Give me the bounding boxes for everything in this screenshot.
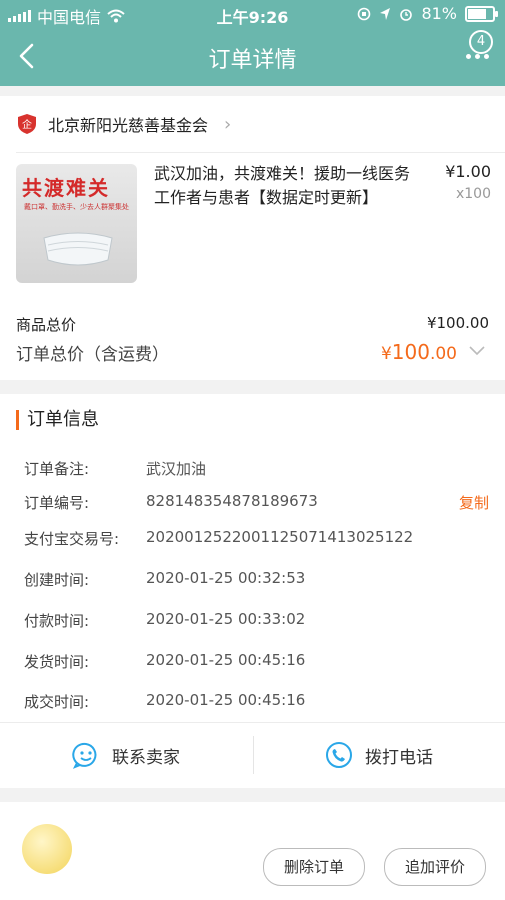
bottom-action-bar: 删除订单 追加评价 [0,802,505,900]
contact-seller-button[interactable]: 联系卖家 [0,722,252,788]
chevron-right-icon: › [224,113,232,135]
order-info-title: 订单信息 [16,410,99,430]
total-label: 订单总价（含运费） [16,345,169,365]
info-value: 武汉加油 [146,460,207,478]
seller-row[interactable]: 企 北京新阳光慈善基金会 › [16,112,231,136]
battery-percent: 81% [421,4,457,23]
subtotal-row: 商品总价 ¥100.00 [16,314,489,335]
copy-button[interactable]: 复制 [459,492,489,513]
info-value: 2020012522001125071413025122 [146,528,414,546]
info-label: 订单编号: [24,494,90,512]
product-name[interactable]: 武汉加油，共渡难关！援助一线医务工作者与患者【数据定时更新】 [154,162,424,210]
order-summary-card: 企 北京新阳光慈善基金会 › 共渡难关 戴口罩、勤洗手、少去人群聚集处 武汉加油… [0,96,505,380]
more-dots-icon[interactable] [466,54,489,59]
info-value: 2020-01-25 00:45:16 [146,651,306,669]
divider [16,152,505,153]
order-total-row[interactable]: 订单总价（含运费） ¥100.00 [16,340,489,365]
foundation-logo-icon: 企 [18,114,36,134]
total-decimal: .00 [429,344,457,364]
header: 中国电信 上午9:26 81% 订单详情 4 [0,0,505,86]
chat-smile-icon [72,742,97,769]
product-image-title: 共渡难关 [22,176,110,200]
svg-text:企: 企 [22,118,32,131]
notification-badge: 4 [469,30,493,54]
chevron-down-icon[interactable] [467,340,487,360]
contact-seller-label: 联系卖家 [112,747,180,768]
total-currency: ¥ [380,344,392,364]
product-price: ¥1.00 [445,162,491,181]
delete-order-button[interactable]: 删除订单 [263,848,366,886]
subtotal-label: 商品总价 [16,316,77,334]
info-value: 2020-01-25 00:33:02 [146,610,306,628]
status-right: 81% [357,4,498,23]
info-label: 支付宝交易号: [24,530,120,548]
order-info-card: 订单信息 订单备注: 武汉加油 订单编号: 828148354878189673… [0,394,505,788]
info-value: 828148354878189673 [146,492,318,510]
info-value: 2020-01-25 00:45:16 [146,691,306,709]
product-quantity: x100 [455,186,491,202]
seller-name: 北京新阳光慈善基金会 [48,116,209,135]
info-label: 订单备注: [24,460,90,478]
call-phone-button[interactable]: 拨打电话 [253,722,505,788]
info-label: 创建时间: [24,571,90,589]
rotation-lock-icon [358,7,371,20]
info-label: 付款时间: [24,612,90,630]
subtotal-value: ¥100.00 [426,314,489,332]
total-integer: 100 [391,340,430,364]
product-image-subtitle: 戴口罩、勤洗手、少去人群聚集处 [24,203,129,211]
location-icon [380,7,391,20]
status-bar: 中国电信 上午9:26 81% [0,0,505,28]
total-value: ¥100.00 [381,340,457,364]
face-mask-icon [43,232,113,266]
phone-icon [326,742,352,768]
page-title: 订单详情 [208,48,297,73]
add-review-button[interactable]: 追加评价 [384,848,487,886]
info-value: 2020-01-25 00:32:53 [146,569,306,587]
alarm-icon [400,8,413,21]
call-phone-label: 拨打电话 [365,747,433,768]
battery-fill [468,8,486,19]
info-label: 发货时间: [24,653,90,671]
battery-icon [465,5,498,22]
product-image[interactable]: 共渡难关 戴口罩、勤洗手、少去人群聚集处 [16,164,137,283]
info-label: 成交时间: [24,693,90,711]
avatar [22,824,72,874]
